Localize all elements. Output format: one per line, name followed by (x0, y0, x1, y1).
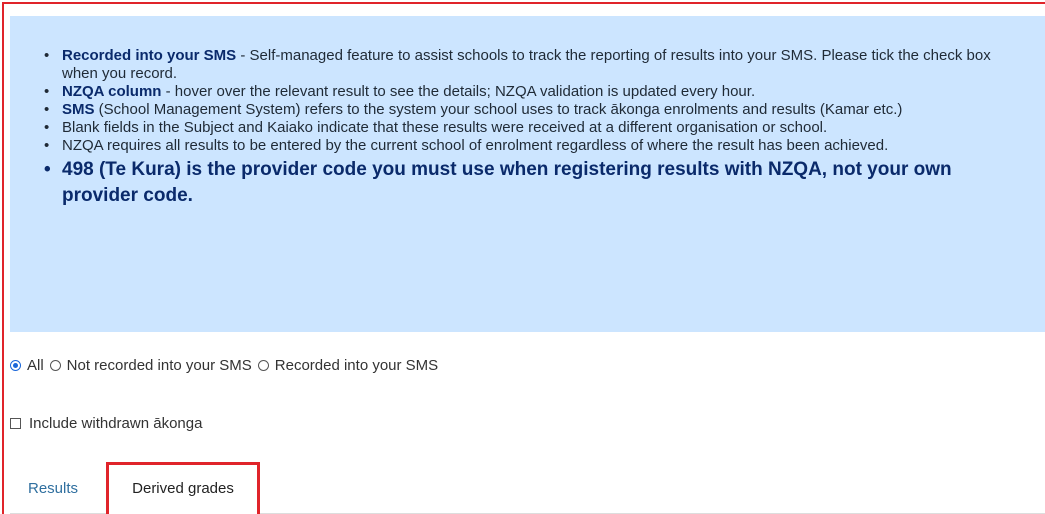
tab-derived-grades-label: Derived grades (132, 480, 234, 497)
radio-recorded-label[interactable]: Recorded into your SMS (275, 357, 438, 374)
withdrawn-label[interactable]: Include withdrawn ākonga (29, 415, 202, 432)
withdrawn-filter: Include withdrawn ākonga (10, 415, 202, 432)
info-list: Recorded into your SMS - Self-managed fe… (44, 47, 1029, 209)
radio-not-recorded-label[interactable]: Not recorded into your SMS (67, 357, 252, 374)
withdrawn-checkbox[interactable] (10, 418, 21, 429)
info-item-sms: SMS (School Management System) refers to… (44, 101, 1029, 119)
sms-filter: All Not recorded into your SMS Recorded … (10, 357, 444, 374)
info-item-recorded: Recorded into your SMS - Self-managed fe… (44, 47, 1029, 83)
radio-recorded[interactable] (257, 360, 269, 371)
info-item-nzqa-requires: NZQA requires all results to be entered … (44, 137, 1029, 155)
info-item-nzqa-column: NZQA column - hover over the relevant re… (44, 83, 1029, 101)
info-item-blank-fields: Blank fields in the Subject and Kaiako i… (44, 119, 1029, 137)
info-item-provider-code: 498 (Te Kura) is the provider code you m… (44, 157, 1029, 209)
tab-bar: Results Derived grades (10, 462, 1045, 514)
radio-all[interactable] (10, 360, 21, 371)
tab-results[interactable]: Results (28, 480, 78, 497)
radio-not-recorded[interactable] (49, 360, 61, 371)
tab-derived-grades[interactable]: Derived grades (106, 462, 260, 514)
radio-all-label[interactable]: All (27, 357, 44, 374)
